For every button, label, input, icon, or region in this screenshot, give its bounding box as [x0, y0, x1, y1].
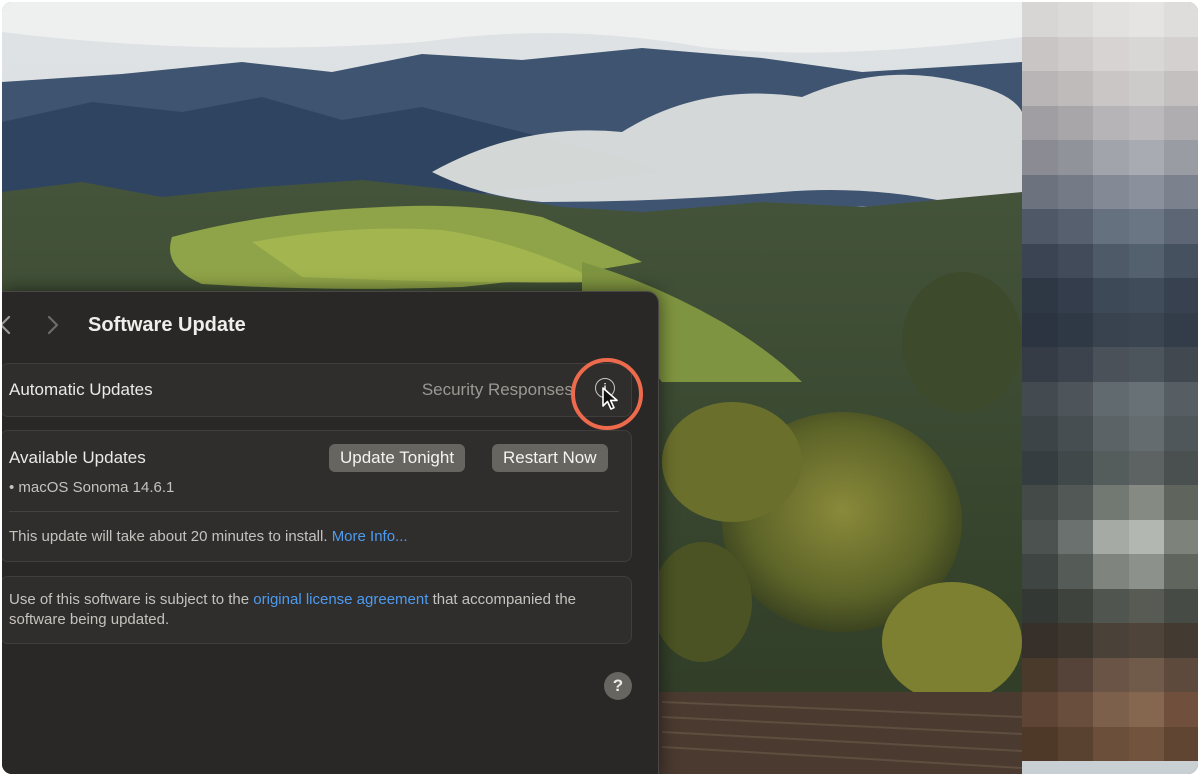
automatic-updates-label: Automatic Updates — [9, 380, 153, 399]
restart-now-button[interactable]: Restart Now — [492, 444, 608, 472]
help-button[interactable]: ? — [604, 672, 632, 700]
license-text: Use of this software is subject to the o… — [9, 590, 619, 630]
highlight-ring — [571, 358, 643, 430]
update-tonight-button[interactable]: Update Tonight — [329, 444, 466, 472]
chevron-right-icon — [47, 315, 59, 335]
license-text-before: Use of this software is subject to the — [9, 591, 250, 608]
back-button[interactable] — [2, 314, 12, 336]
page-title: Software Update — [88, 314, 246, 336]
license-group: Use of this software is subject to the o… — [2, 576, 632, 644]
available-updates-group: Available Updates Update Tonight Restart… — [2, 430, 632, 562]
software-update-window: Software Update Automatic Updates Securi… — [2, 291, 659, 774]
pixelated-region — [1022, 2, 1198, 774]
update-note: This update will take about 20 minutes t… — [9, 528, 408, 545]
forward-button[interactable] — [46, 314, 60, 336]
update-list-item: • macOS Sonoma 14.6.1 — [9, 479, 175, 496]
automatic-updates-row: Automatic Updates Security Responses i — [2, 363, 632, 417]
more-info-link[interactable]: More Info... — [332, 528, 408, 545]
update-duration-text: This update will take about 20 minutes t… — [9, 528, 328, 545]
divider — [9, 511, 619, 512]
screen: Software Update Automatic Updates Securi… — [2, 2, 1198, 774]
available-updates-label: Available Updates — [9, 448, 146, 467]
license-agreement-link[interactable]: original license agreement — [253, 591, 428, 608]
chevron-left-icon — [2, 315, 11, 335]
automatic-updates-value: Security Responses — [421, 380, 573, 399]
